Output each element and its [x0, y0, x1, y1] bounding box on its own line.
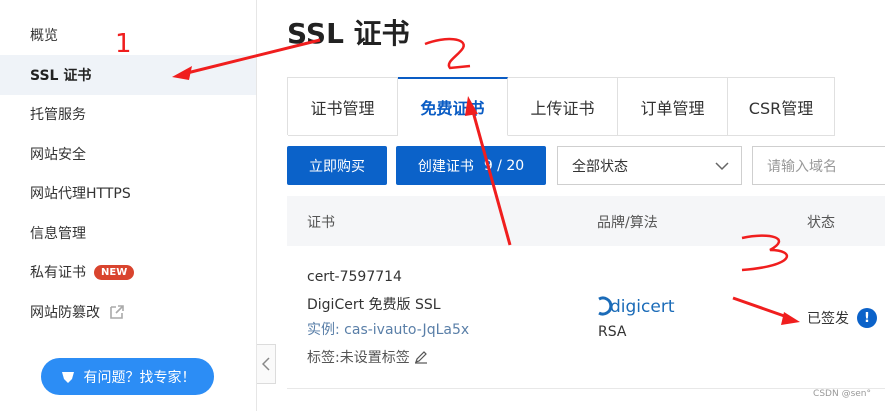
- status-select-value: 全部状态: [572, 158, 628, 175]
- sidebar: 概览 SSL 证书 托管服务 网站安全 网站代理HTTPS 信息管理 私有证书 …: [0, 0, 257, 411]
- ask-expert-button[interactable]: 有问题？找专家！: [41, 358, 214, 395]
- sidebar-item-overview[interactable]: 概览: [0, 15, 256, 55]
- sidebar-item-label: 信息管理: [30, 226, 86, 242]
- info-icon[interactable]: !: [857, 308, 877, 328]
- algorithm: RSA: [598, 324, 627, 340]
- search-placeholder: 请输入域名: [767, 158, 837, 175]
- cert-instance-link[interactable]: 实例: cas-ivauto-JqLa5x: [307, 319, 469, 339]
- chevron-down-icon: [715, 162, 729, 171]
- tab-order-manage[interactable]: 订单管理: [618, 78, 728, 136]
- header-status: 状态: [807, 215, 835, 231]
- buy-now-button[interactable]: 立即购买: [287, 146, 387, 185]
- status-select[interactable]: 全部状态: [557, 146, 742, 185]
- expert-icon: [61, 371, 74, 383]
- status-label: 已签发: [807, 311, 849, 327]
- table-header: 证书 品牌/算法 状态: [287, 196, 885, 246]
- sidebar-item-private-cert[interactable]: 私有证书 NEW: [0, 252, 256, 292]
- cert-name: DigiCert 免费版 SSL: [307, 297, 441, 313]
- create-cert-count: 9 / 20: [483, 157, 525, 174]
- new-badge: NEW: [94, 264, 135, 280]
- header-brand: 品牌/算法: [597, 215, 658, 231]
- digicert-logo: digicert: [598, 296, 675, 317]
- header-cert: 证书: [307, 215, 335, 231]
- domain-search-input[interactable]: 请输入域名: [752, 146, 885, 185]
- create-cert-label: 创建证书: [417, 158, 474, 175]
- sidebar-item-label: 私有证书: [30, 265, 86, 281]
- edit-pencil-icon[interactable]: [414, 350, 428, 364]
- sidebar-item-label: 网站安全: [30, 147, 86, 163]
- tab-cert-manage[interactable]: 证书管理: [288, 78, 398, 136]
- sidebar-item-tamper[interactable]: 网站防篡改: [0, 292, 256, 332]
- main-content: SSL 证书 证书管理 免费证书 上传证书 订单管理 CSR管理 立即购买 创建…: [258, 0, 885, 411]
- sidebar-item-label: 托管服务: [30, 107, 86, 123]
- tags-label: 标签:未设置标签: [307, 350, 410, 366]
- sidebar-item-label: 网站防篡改: [30, 305, 100, 321]
- sidebar-item-https-proxy[interactable]: 网站代理HTTPS: [0, 173, 256, 213]
- tab-csr-manage[interactable]: CSR管理: [728, 78, 835, 136]
- sidebar-item-hosting[interactable]: 托管服务: [0, 94, 256, 134]
- sidebar-item-label: 概览: [30, 28, 58, 44]
- table-row: cert-7597714 DigiCert 免费版 SSL 实例: cas-iv…: [287, 247, 885, 389]
- cert-status: 已签发 !: [807, 308, 877, 328]
- tab-bar: 证书管理 免费证书 上传证书 订单管理 CSR管理: [287, 77, 835, 136]
- help-label: 有问题？找专家！: [83, 369, 196, 386]
- cert-id: cert-7597714: [307, 269, 402, 285]
- sidebar-item-label: 网站代理HTTPS: [30, 186, 131, 202]
- create-cert-button[interactable]: 创建证书 9 / 20: [396, 146, 546, 185]
- page-title: SSL 证书: [287, 17, 410, 50]
- tab-free-cert[interactable]: 免费证书: [398, 77, 508, 136]
- external-link-icon: [110, 305, 124, 319]
- sidebar-item-label: SSL 证书: [30, 68, 92, 84]
- watermark: CSDN @sen°: [813, 389, 871, 399]
- tab-upload-cert[interactable]: 上传证书: [508, 78, 618, 136]
- sidebar-item-info[interactable]: 信息管理: [0, 213, 256, 253]
- sidebar-item-site-security[interactable]: 网站安全: [0, 134, 256, 174]
- sidebar-item-ssl[interactable]: SSL 证书: [0, 55, 256, 95]
- cert-tags[interactable]: 标签:未设置标签: [307, 347, 428, 367]
- digicert-wordmark: digicert: [610, 297, 675, 317]
